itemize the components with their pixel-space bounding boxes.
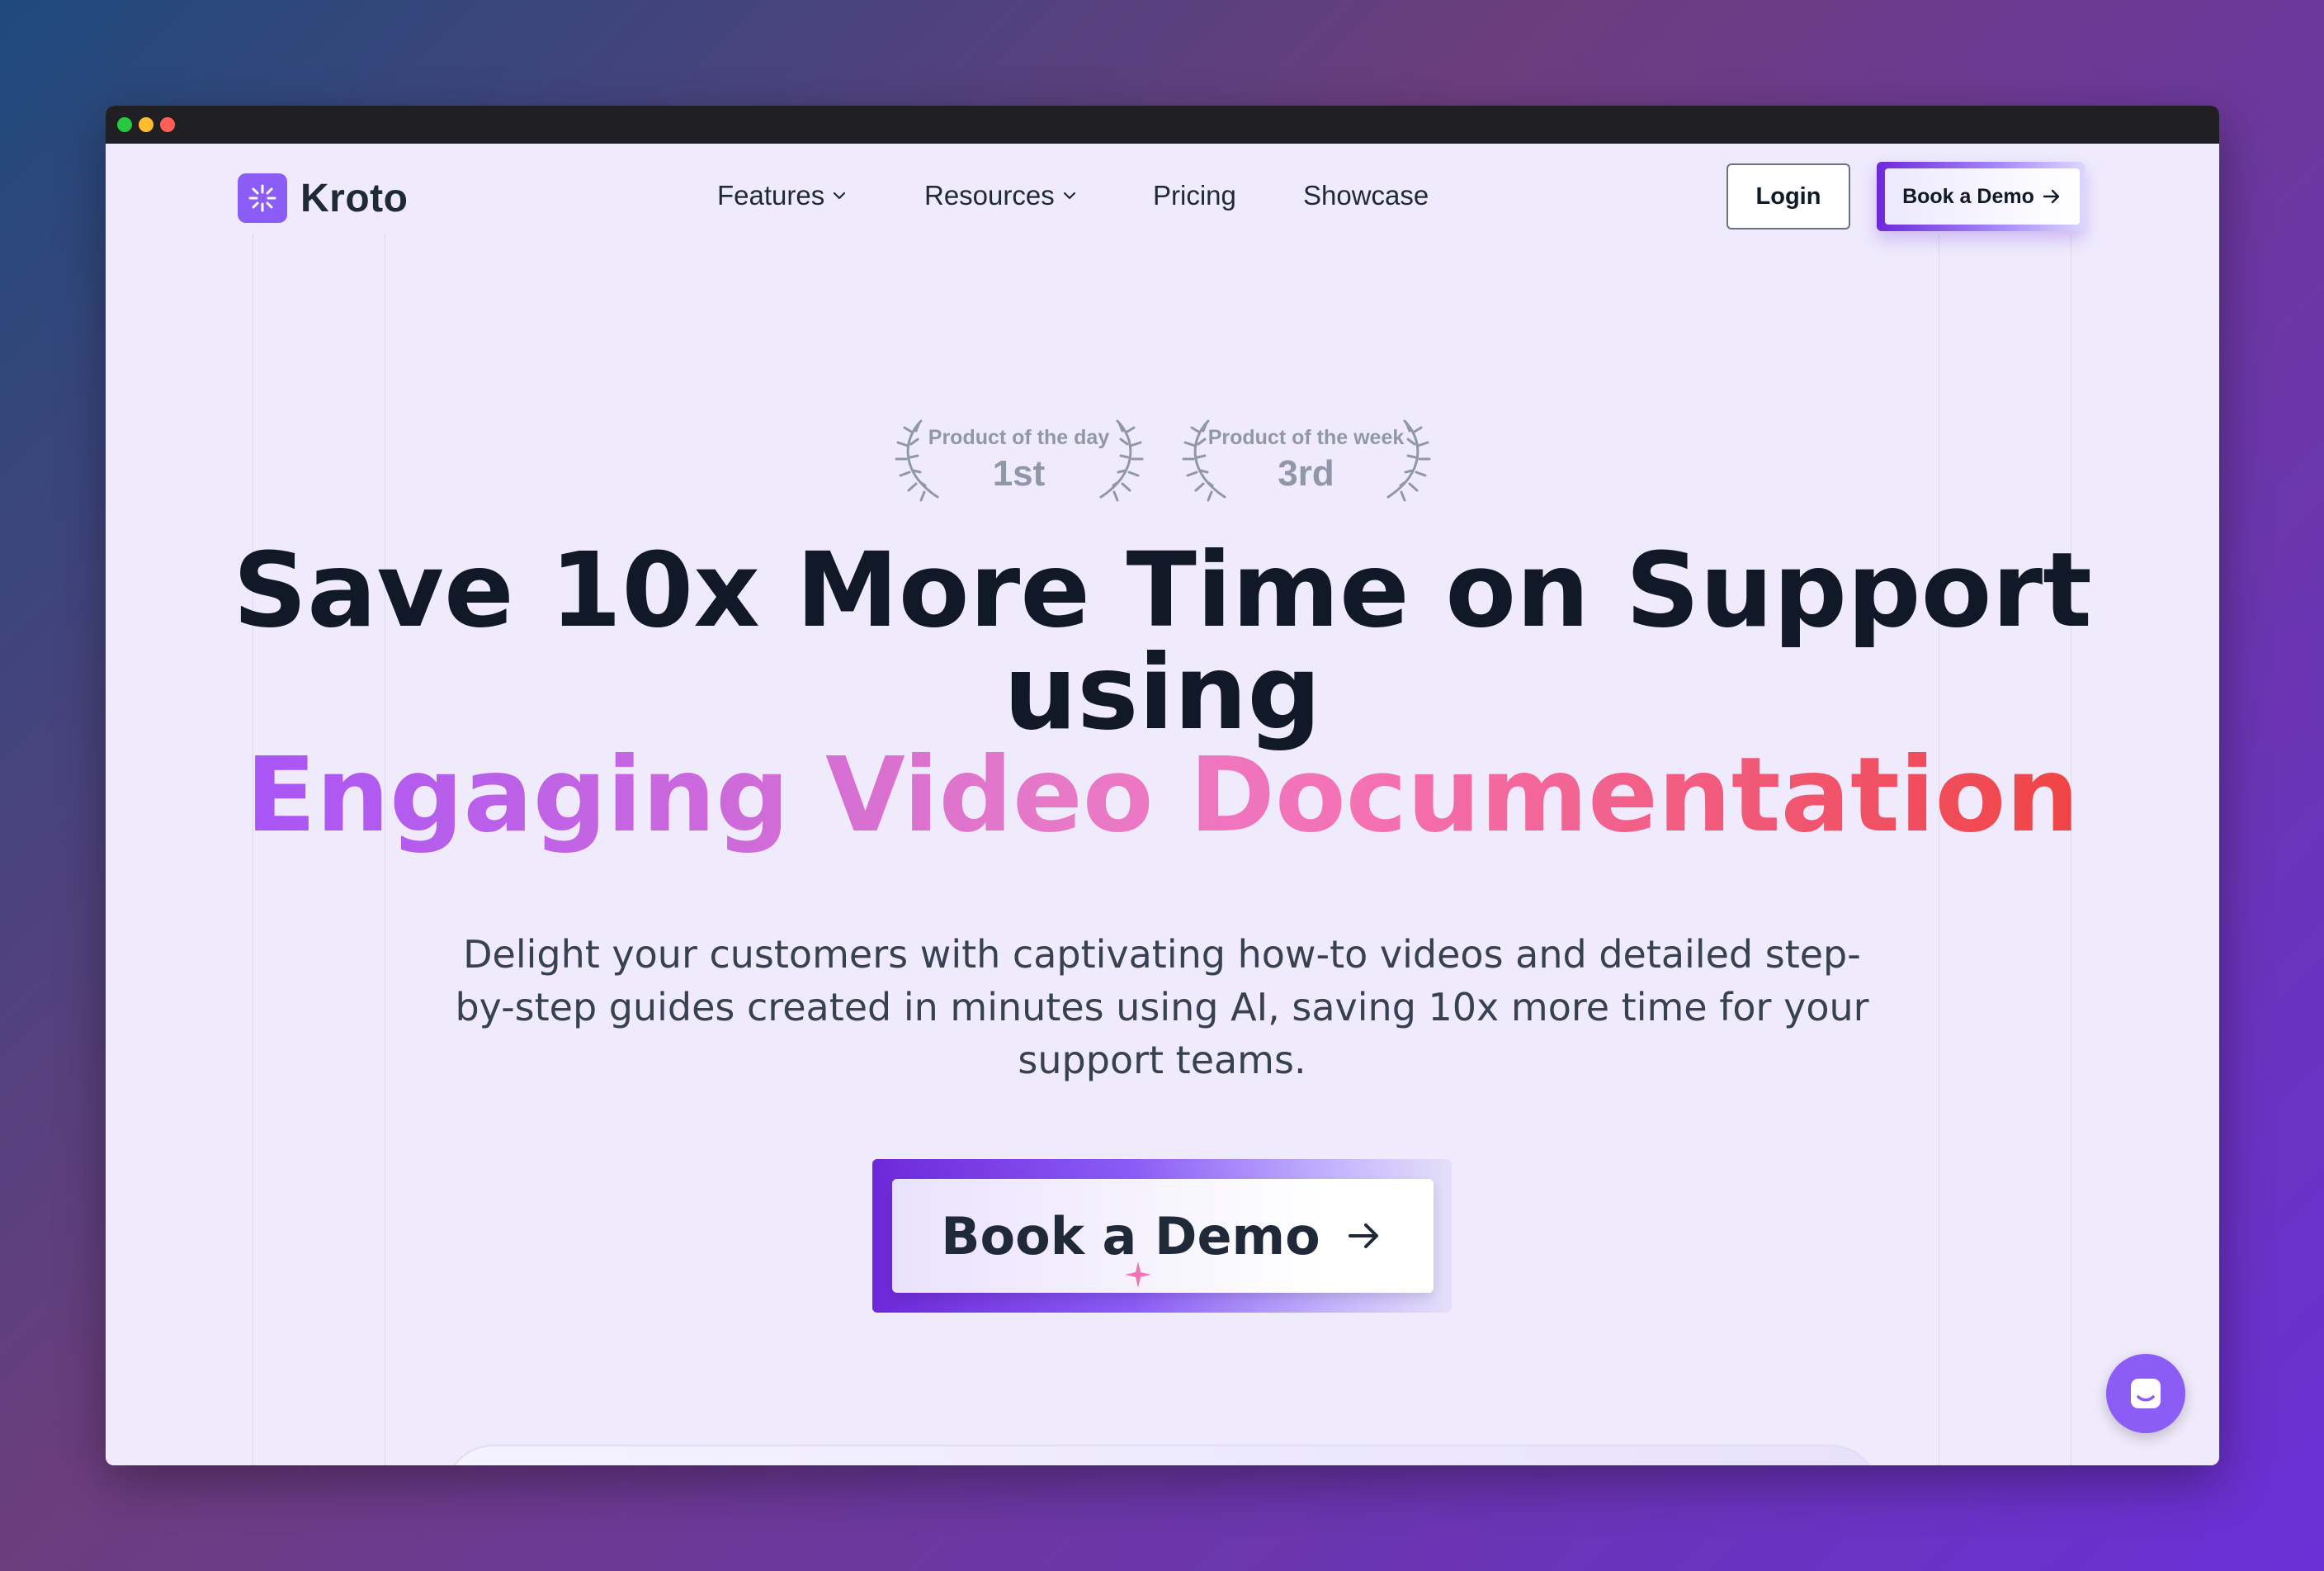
brand-name: Kroto xyxy=(300,176,409,220)
brand-logo[interactable]: Kroto xyxy=(238,173,408,223)
award-badges: Product of the day 1st Product of the we… xyxy=(106,414,2219,505)
award-label: Product of the day xyxy=(928,425,1110,449)
chat-icon xyxy=(2131,1379,2161,1408)
arrow-right-icon xyxy=(1348,1223,1378,1248)
top-navigation: Kroto Features Resources Pricing Showcas… xyxy=(106,144,2219,251)
nav-item-label: Resources xyxy=(924,180,1055,211)
nav-book-demo-inner: Book a Demo xyxy=(1885,168,2080,225)
sparkle-logo-icon xyxy=(238,173,287,223)
landing-page: Kroto Features Resources Pricing Showcas… xyxy=(106,144,2219,1465)
window-zoom-dot[interactable] xyxy=(160,117,175,132)
headline-highlight: Engaging Video Documentation xyxy=(245,736,2080,855)
hero-book-demo-button[interactable]: Book a Demo xyxy=(872,1159,1452,1313)
award-rank: 3rd xyxy=(1278,452,1334,494)
award-rank: 1st xyxy=(992,452,1046,494)
award-badge-day: Product of the day 1st xyxy=(888,414,1150,505)
browser-window: Kroto Features Resources Pricing Showcas… xyxy=(106,106,2219,1465)
nav-book-demo-button[interactable]: Book a Demo xyxy=(1877,162,2085,231)
window-close-dot[interactable] xyxy=(117,117,132,132)
chat-widget-button[interactable] xyxy=(2106,1354,2185,1433)
login-button[interactable]: Login xyxy=(1726,163,1850,229)
laurel-icon xyxy=(1099,419,1143,502)
hero-subtitle: Delight your customers with captivating … xyxy=(455,932,1869,1082)
hero-headline: Save 10x More Time on Support using Enga… xyxy=(106,539,2219,855)
nav-item-label: Pricing xyxy=(1153,180,1236,211)
award-label: Product of the week xyxy=(1207,425,1405,449)
nav-item-features[interactable]: Features xyxy=(717,180,848,211)
laurel-icon xyxy=(1182,419,1226,502)
window-minimize-dot[interactable] xyxy=(139,117,154,132)
laurel-icon xyxy=(1386,419,1430,502)
arrow-right-icon xyxy=(2043,189,2060,204)
hero-book-demo-inner: Book a Demo xyxy=(892,1179,1434,1293)
nav-item-showcase[interactable]: Showcase xyxy=(1303,180,1429,211)
window-titlebar xyxy=(106,106,2219,144)
bottom-preview-card xyxy=(444,1445,1880,1465)
laurel-icon xyxy=(895,419,938,502)
nav-book-demo-label: Book a Demo xyxy=(1902,184,2034,208)
award-badge-week: Product of the week 3rd xyxy=(1175,414,1438,505)
cta-label: Book a Demo xyxy=(941,1205,1320,1266)
nav-item-label: Showcase xyxy=(1303,180,1429,211)
nav-item-label: Features xyxy=(717,180,825,211)
nav-item-resources[interactable]: Resources xyxy=(924,180,1078,211)
sparkle-icon xyxy=(1125,1261,1151,1288)
chevron-down-icon xyxy=(1063,192,1075,200)
chevron-down-icon xyxy=(834,192,846,200)
nav-item-pricing[interactable]: Pricing xyxy=(1153,180,1236,211)
